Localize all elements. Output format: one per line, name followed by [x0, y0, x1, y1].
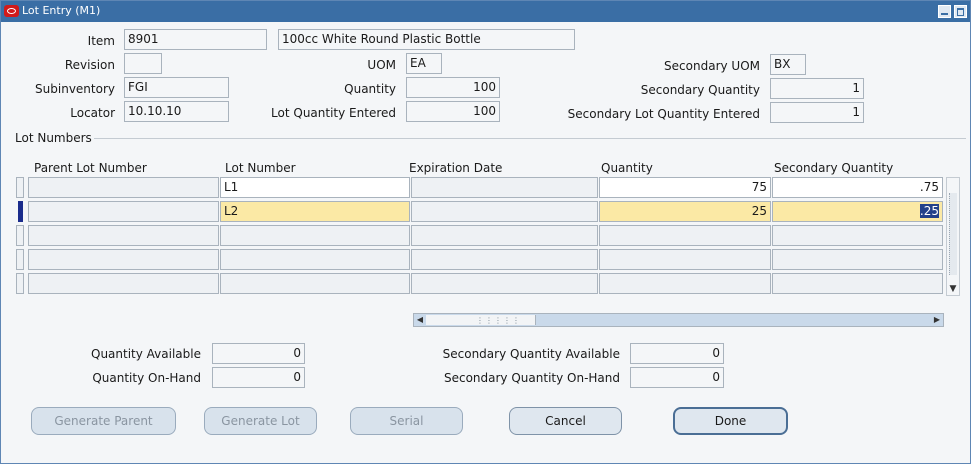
secondary-quantity-available-label: Secondary Quantity Available: [442, 347, 620, 361]
secondary-quantity-label: Secondary Quantity: [640, 83, 760, 97]
generate-lot-button[interactable]: Generate Lot: [204, 407, 317, 435]
parent-lot-cell[interactable]: [28, 225, 219, 246]
quantity-on-hand-label: Quantity On-Hand: [92, 371, 201, 385]
oracle-logo-icon: [4, 5, 19, 17]
uom-label: UOM: [367, 58, 396, 72]
quantity-cell[interactable]: [599, 249, 771, 270]
subinventory-field[interactable]: FGI: [124, 77, 229, 98]
expiration-date-cell[interactable]: [411, 249, 598, 270]
expiration-date-cell[interactable]: [411, 201, 598, 222]
secondary-uom-field[interactable]: BX: [770, 54, 806, 75]
quantity-cell[interactable]: [599, 225, 771, 246]
column-header-parent-lot-number: Parent Lot Number: [34, 161, 147, 175]
done-button[interactable]: Done: [673, 407, 788, 435]
parent-lot-cell[interactable]: [28, 249, 219, 270]
row-indicator[interactable]: [16, 225, 24, 246]
item-description-field[interactable]: 100cc White Round Plastic Bottle: [278, 29, 575, 50]
scroll-left-arrow-icon[interactable]: ◀: [414, 314, 426, 326]
quantity-cell[interactable]: 25: [599, 201, 771, 222]
locator-label: Locator: [70, 106, 115, 120]
secondary-uom-label: Secondary UOM: [664, 59, 760, 73]
window-title: Lot Entry (M1): [22, 4, 101, 17]
locator-field[interactable]: 10.10.10: [124, 101, 229, 122]
secondary-quantity-available-field[interactable]: 0: [630, 343, 724, 364]
parent-lot-cell[interactable]: [28, 273, 219, 294]
secondary-quantity-cell[interactable]: [772, 225, 943, 246]
title-bar[interactable]: Lot Entry (M1): [1, 1, 970, 22]
quantity-on-hand-field[interactable]: 0: [212, 367, 305, 388]
horizontal-scrollbar[interactable]: ◀ ⋮⋮⋮⋮⋮ ▶: [413, 313, 944, 327]
secondary-quantity-on-hand-field[interactable]: 0: [630, 367, 724, 388]
cancel-button[interactable]: Cancel: [509, 407, 622, 435]
parent-lot-cell[interactable]: [28, 177, 219, 198]
expiration-date-cell[interactable]: [411, 177, 598, 198]
secondary-quantity-field[interactable]: 1: [770, 78, 864, 99]
lot-number-cell[interactable]: L2: [220, 201, 410, 222]
secondary-quantity-cell[interactable]: .75: [772, 177, 943, 198]
maximize-icon[interactable]: [954, 5, 967, 18]
quantity-available-label: Quantity Available: [91, 347, 201, 361]
minimize-icon[interactable]: [938, 5, 951, 18]
current-row-indicator[interactable]: [18, 201, 23, 222]
scroll-down-arrow-icon[interactable]: ▼: [948, 284, 958, 294]
generate-parent-button[interactable]: Generate Parent: [31, 407, 176, 435]
column-header-expiration-date: Expiration Date: [409, 161, 503, 175]
parent-lot-cell[interactable]: [28, 201, 219, 222]
uom-field[interactable]: EA: [406, 53, 442, 74]
column-header-secondary-quantity: Secondary Quantity: [774, 161, 894, 175]
selected-text: .25: [919, 204, 939, 218]
scroll-right-arrow-icon[interactable]: ▶: [931, 314, 943, 326]
quantity-cell[interactable]: [599, 273, 771, 294]
quantity-field[interactable]: 100: [406, 77, 500, 98]
secondary-quantity-cell[interactable]: .25: [772, 201, 943, 222]
row-indicator[interactable]: [16, 249, 24, 270]
lot-number-cell[interactable]: [220, 249, 410, 270]
quantity-available-field[interactable]: 0: [212, 343, 305, 364]
item-field[interactable]: 8901: [124, 29, 267, 50]
lot-entry-window: Lot Entry (M1) Item 8901 100cc White Rou…: [0, 0, 971, 464]
lot-number-cell[interactable]: L1: [220, 177, 410, 198]
subinventory-label: Subinventory: [35, 82, 115, 96]
row-indicator[interactable]: [16, 177, 24, 198]
secondary-quantity-cell[interactable]: [772, 249, 943, 270]
revision-label: Revision: [64, 58, 115, 72]
secondary-quantity-cell[interactable]: [772, 273, 943, 294]
expiration-date-cell[interactable]: [411, 225, 598, 246]
section-divider: [94, 138, 966, 139]
lot-quantity-entered-field[interactable]: 100: [406, 101, 500, 122]
vertical-scroll-thumb[interactable]: [949, 193, 957, 275]
lot-quantity-entered-label: Lot Quantity Entered: [271, 106, 396, 120]
lot-number-cell[interactable]: [220, 225, 410, 246]
expiration-date-cell[interactable]: [411, 273, 598, 294]
item-label: Item: [87, 34, 115, 48]
revision-field[interactable]: [124, 53, 162, 74]
lot-numbers-section-label: Lot Numbers: [15, 131, 92, 145]
lot-number-cell[interactable]: [220, 273, 410, 294]
serial-button[interactable]: Serial: [350, 407, 463, 435]
quantity-cell[interactable]: 75: [599, 177, 771, 198]
row-indicator[interactable]: [16, 273, 24, 294]
column-header-lot-number: Lot Number: [225, 161, 296, 175]
grip-icon: ⋮⋮⋮⋮⋮: [476, 316, 521, 325]
secondary-quantity-on-hand-label: Secondary Quantity On-Hand: [443, 371, 620, 385]
secondary-lot-quantity-entered-field[interactable]: 1: [770, 102, 864, 123]
vertical-scrollbar[interactable]: ▼: [946, 177, 960, 296]
quantity-label: Quantity: [344, 82, 396, 96]
horizontal-scroll-thumb[interactable]: ⋮⋮⋮⋮⋮: [426, 315, 536, 325]
secondary-lot-quantity-entered-label: Secondary Lot Quantity Entered: [567, 107, 760, 121]
column-header-quantity: Quantity: [601, 161, 653, 175]
